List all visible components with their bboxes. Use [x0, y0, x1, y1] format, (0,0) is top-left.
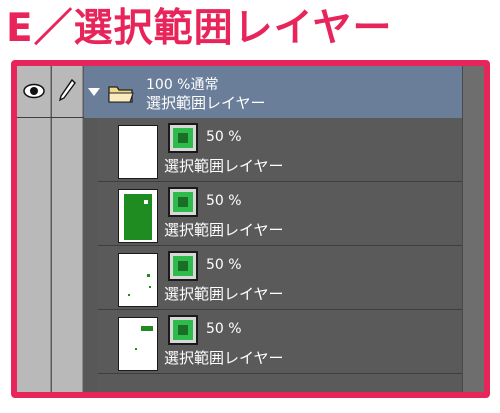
layer-row[interactable]: 50 % 選択範囲レイヤー — [98, 247, 462, 310]
page-title: E／選択範囲レイヤー — [6, 6, 393, 51]
layer-thumbnail — [118, 189, 158, 243]
layer-opacity: 50 % — [206, 129, 242, 145]
layer-thumbnail — [118, 253, 158, 307]
pen-icon[interactable] — [57, 78, 77, 102]
layer-opacity: 50 % — [206, 257, 242, 273]
eye-icon[interactable] — [23, 80, 45, 102]
layer-thumbnail — [118, 125, 158, 179]
layer-opacity: 50 % — [206, 321, 242, 337]
folder-highlight[interactable]: 100 %通常 選択範囲レイヤー — [84, 66, 462, 118]
folder-opacity-blend: 100 %通常 — [146, 77, 219, 93]
layer-thumbnail — [118, 317, 158, 371]
scrollbar[interactable] — [462, 66, 484, 392]
layer-mask-icon[interactable] — [168, 123, 198, 153]
layer-name: 選択範囲レイヤー — [164, 285, 284, 303]
layer-panel: 100 %通常 選択範囲レイヤー 50 % 選択範囲レイヤー 50 % 選択範囲… — [11, 60, 490, 398]
layer-name: 選択範囲レイヤー — [164, 157, 284, 175]
layer-row[interactable]: 50 % 選択範囲レイヤー — [98, 183, 462, 246]
layer-opacity: 50 % — [206, 193, 242, 209]
expand-triangle-icon[interactable] — [88, 88, 100, 96]
layer-mask-icon[interactable] — [168, 251, 198, 281]
folder-name: 選択範囲レイヤー — [146, 94, 266, 112]
layer-mask-icon[interactable] — [168, 187, 198, 217]
layer-row[interactable]: 50 % 選択範囲レイヤー — [98, 311, 462, 374]
layer-row[interactable]: 50 % 選択範囲レイヤー — [98, 119, 462, 182]
layer-mask-icon[interactable] — [168, 315, 198, 345]
layer-folder-row[interactable]: 100 %通常 選択範囲レイヤー — [17, 66, 462, 118]
layer-name: 選択範囲レイヤー — [164, 221, 284, 239]
folder-icon — [108, 86, 134, 103]
layer-name: 選択範囲レイヤー — [164, 349, 284, 367]
